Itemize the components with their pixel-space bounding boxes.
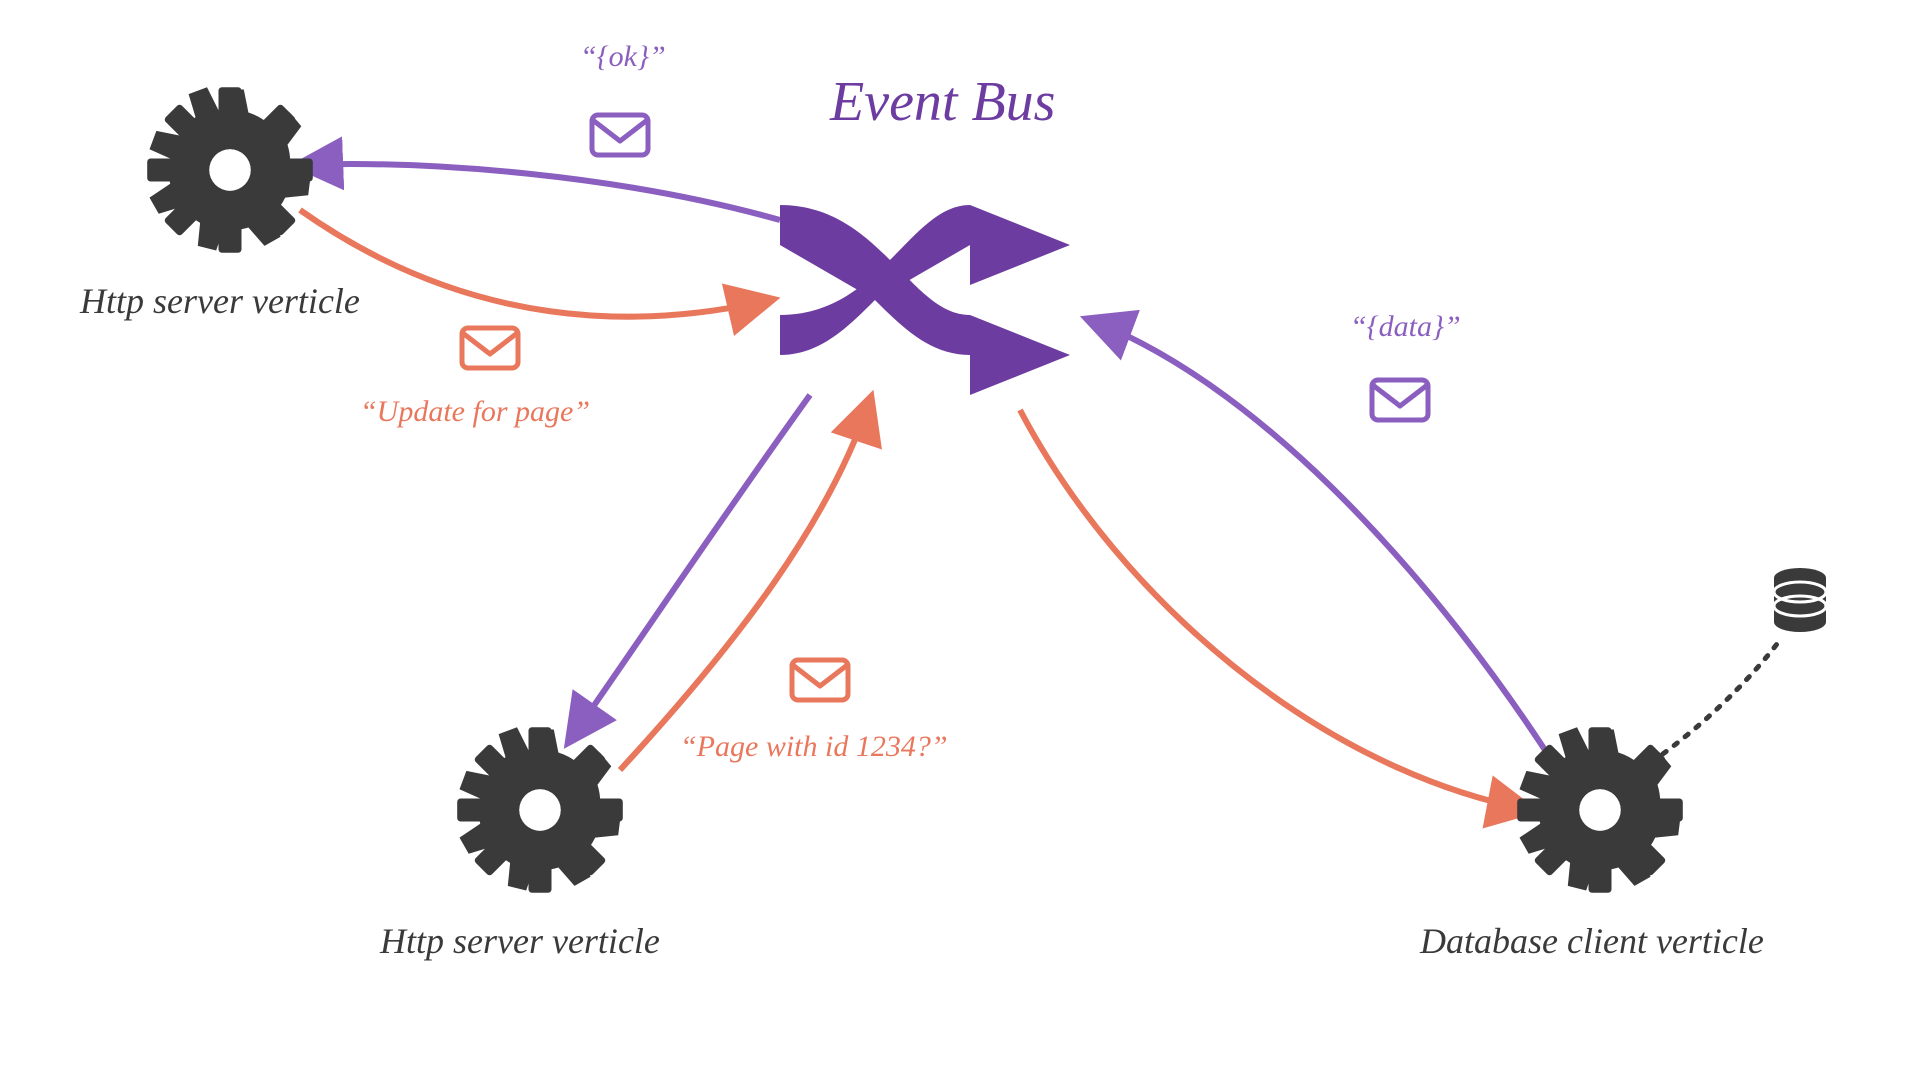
arrow-db-to-bus bbox=[1090, 320, 1545, 750]
msg-data-label: “{data}” bbox=[1350, 310, 1461, 344]
arrow-http-top-to-bus bbox=[300, 210, 770, 317]
arrow-http-bottom-to-bus bbox=[620, 400, 870, 770]
envelope-icon bbox=[792, 660, 848, 700]
diagram-stage: Event Bus Http server verticle Http serv… bbox=[0, 0, 1920, 1080]
gear-icon bbox=[457, 727, 623, 893]
db-client-label: Database client verticle bbox=[1420, 920, 1764, 962]
envelope-icon bbox=[462, 328, 518, 368]
msg-ok-label: “{ok}” bbox=[580, 40, 666, 74]
envelope-icon bbox=[1372, 380, 1428, 420]
gear-icon bbox=[147, 87, 313, 253]
database-icon bbox=[1774, 568, 1826, 632]
arrow-bus-to-http-top bbox=[300, 164, 780, 220]
envelope-icon bbox=[592, 115, 648, 155]
event-bus-title: Event Bus bbox=[830, 70, 1055, 134]
event-bus-icon bbox=[780, 205, 1070, 395]
msg-update-label: “Update for page” bbox=[360, 395, 590, 429]
arrow-bus-to-db bbox=[1020, 410, 1530, 810]
link-db-to-database bbox=[1640, 640, 1780, 770]
gear-icon bbox=[1517, 727, 1683, 893]
http-top-label: Http server verticle bbox=[80, 280, 360, 322]
msg-page-id-label: “Page with id 1234?” bbox=[680, 730, 948, 764]
http-bottom-label: Http server verticle bbox=[380, 920, 660, 962]
diagram-canvas bbox=[0, 0, 1920, 1080]
